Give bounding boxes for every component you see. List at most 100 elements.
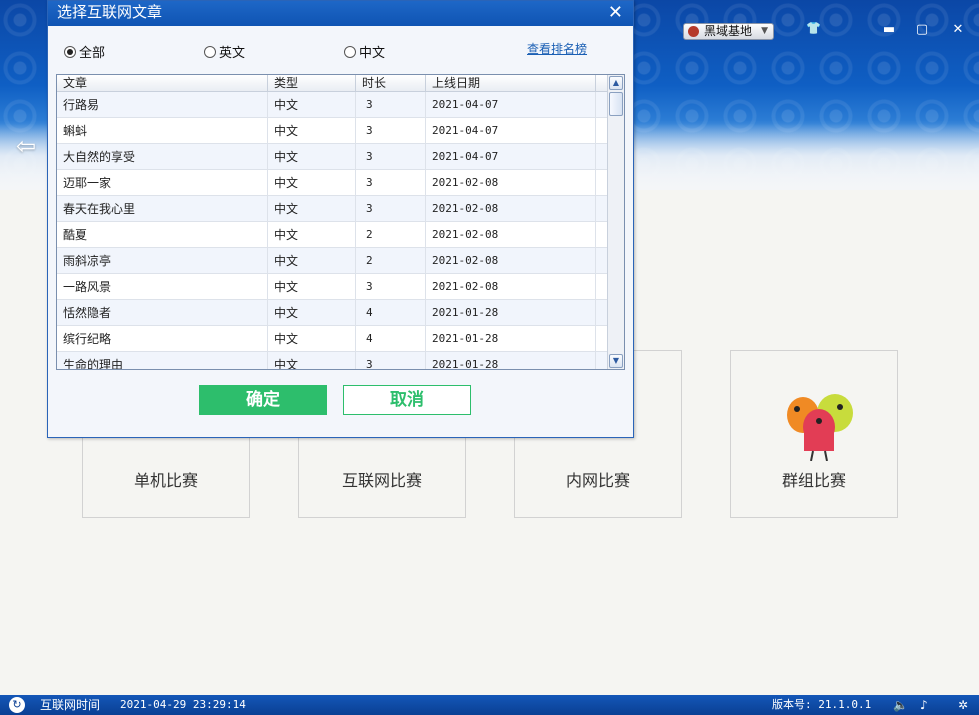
cell-duration: 3	[356, 118, 426, 143]
version-number: 版本号: 21.1.0.1	[772, 698, 872, 711]
filter-label: 中文	[359, 46, 386, 61]
cell-title: 恬然隐者	[57, 300, 268, 325]
cell-duration: 4	[356, 326, 426, 351]
cell-duration: 2	[356, 222, 426, 247]
column-header-duration[interactable]: 时长	[356, 75, 426, 91]
dialog-title: 选择互联网文章	[57, 3, 163, 21]
table-row[interactable]: 雨斜凉亭 中文 2 2021-02-08	[57, 248, 608, 274]
filter-label: 全部	[79, 46, 106, 61]
table-row[interactable]: 春天在我心里 中文 3 2021-02-08	[57, 196, 608, 222]
cell-title: 蝌蚪	[57, 118, 268, 143]
table-row[interactable]: 大自然的享受 中文 3 2021-04-07	[57, 144, 608, 170]
skin-icon[interactable]: 👕	[806, 21, 821, 35]
cell-title: 大自然的享受	[57, 144, 268, 169]
cell-title: 春天在我心里	[57, 196, 268, 221]
cell-type: 中文	[268, 274, 356, 299]
card-label: 群组比赛	[781, 471, 846, 490]
cell-title: 一路风景	[57, 274, 268, 299]
table-body: 行路易 中文 3 2021-04-07 蝌蚪 中文 3 2021-04-07 大自然的享受 中文 3…	[57, 92, 608, 369]
cell-date: 2021-02-08	[426, 274, 596, 299]
cell-date: 2021-04-07	[426, 92, 596, 117]
chevron-down-icon: ▼	[761, 26, 768, 36]
column-header-type[interactable]: 类型	[268, 75, 356, 91]
cell-type: 中文	[268, 300, 356, 325]
table-row[interactable]: 迈耶一家 中文 3 2021-02-08	[57, 170, 608, 196]
maximize-icon[interactable]: ▢	[914, 22, 930, 38]
card-label: 互联网比赛	[341, 471, 422, 490]
dialog-close-icon[interactable]: ✕	[608, 2, 623, 24]
cell-date: 2021-04-07	[426, 118, 596, 143]
cell-title: 生命的理由	[57, 352, 268, 369]
dialog-title-bar: 选择互联网文章 ✕	[48, 1, 633, 26]
article-table: 文章 类型 时长 上线日期 行路易 中文 3 2021-04-07 蝌蚪 中文 3 2021-…	[56, 74, 625, 370]
music-icon[interactable]: ♪	[920, 695, 928, 715]
scroll-thumb[interactable]	[609, 92, 623, 116]
cell-title: 行路易	[57, 92, 268, 117]
cell-duration: 3	[356, 352, 426, 369]
cell-title: 迈耶一家	[57, 170, 268, 195]
card-group-match[interactable]: 群组比赛	[730, 350, 898, 518]
cell-type: 中文	[268, 118, 356, 143]
table-row[interactable]: 行路易 中文 3 2021-04-07	[57, 92, 608, 118]
column-header-title[interactable]: 文章	[57, 75, 268, 91]
cell-duration: 3	[356, 274, 426, 299]
close-window-icon[interactable]: ✕	[950, 22, 966, 38]
cell-duration: 3	[356, 92, 426, 117]
radio-selected-icon	[64, 45, 76, 58]
settings-gear-icon[interactable]: ✲	[958, 695, 968, 715]
cell-type: 中文	[268, 92, 356, 117]
cell-type: 中文	[268, 144, 356, 169]
user-name: 黑域基地	[704, 24, 753, 38]
table-row[interactable]: 缤行纪略 中文 4 2021-01-28	[57, 326, 608, 352]
cell-duration: 3	[356, 144, 426, 169]
cell-type: 中文	[268, 222, 356, 247]
cell-duration: 3	[356, 170, 426, 195]
cell-type: 中文	[268, 196, 356, 221]
cancel-button[interactable]: 取消	[343, 385, 471, 415]
card-label: 单机比赛	[133, 471, 198, 490]
filter-english-radio[interactable]: 英文	[204, 42, 245, 61]
table-row[interactable]: 蝌蚪 中文 3 2021-04-07	[57, 118, 608, 144]
filter-all-radio[interactable]: 全部	[64, 42, 105, 61]
cell-date: 2021-01-28	[426, 300, 596, 325]
filter-chinese-radio[interactable]: 中文	[344, 42, 385, 61]
cell-date: 2021-02-08	[426, 170, 596, 195]
vertical-scrollbar[interactable]: ▲ ▼	[607, 75, 624, 369]
confirm-button[interactable]: 确定	[199, 385, 327, 415]
table-row[interactable]: 恬然隐者 中文 4 2021-01-28	[57, 300, 608, 326]
card-label: 内网比赛	[565, 471, 630, 490]
group-birds-icon	[787, 394, 853, 461]
cell-date: 2021-02-08	[426, 222, 596, 247]
cell-duration: 3	[356, 196, 426, 221]
user-account-dropdown[interactable]: 黑域基地 ▼	[683, 23, 774, 40]
minimize-icon[interactable]: ▬	[881, 22, 897, 38]
table-row[interactable]: 一路风景 中文 3 2021-02-08	[57, 274, 608, 300]
select-article-dialog: 选择互联网文章 ✕ 全部 英文 中文 查看排名榜 文章 类型 时长 上线日期 行…	[47, 0, 634, 438]
cell-date: 2021-04-07	[426, 144, 596, 169]
cell-title: 酷夏	[57, 222, 268, 247]
filter-label: 英文	[219, 46, 246, 61]
cell-duration: 4	[356, 300, 426, 325]
scroll-down-icon[interactable]: ▼	[609, 354, 623, 368]
cell-title: 雨斜凉亭	[57, 248, 268, 273]
language-filter-group: 全部 英文 中文 查看排名榜	[48, 26, 633, 72]
scroll-up-icon[interactable]: ▲	[609, 76, 623, 90]
cell-date: 2021-01-28	[426, 352, 596, 369]
cell-duration: 2	[356, 248, 426, 273]
column-header-date[interactable]: 上线日期	[426, 75, 596, 91]
refresh-icon[interactable]: ↻	[9, 697, 25, 713]
radio-unselected-icon	[344, 45, 356, 58]
table-row[interactable]: 生命的理由 中文 3 2021-01-28	[57, 352, 608, 369]
table-header: 文章 类型 时长 上线日期	[57, 75, 624, 92]
radio-unselected-icon	[204, 45, 216, 58]
speaker-icon[interactable]: 🔈	[893, 695, 908, 715]
user-avatar-icon	[688, 26, 699, 37]
status-bar: ↻ 互联网时间 2021-04-29 23:29:14 版本号: 21.1.0.…	[0, 695, 979, 715]
view-ranking-link[interactable]: 查看排名榜	[527, 40, 587, 57]
cell-title: 缤行纪略	[57, 326, 268, 351]
back-arrow-icon[interactable]: ⇦	[16, 134, 44, 158]
cell-type: 中文	[268, 170, 356, 195]
table-row[interactable]: 酷夏 中文 2 2021-02-08	[57, 222, 608, 248]
current-datetime: 2021-04-29 23:29:14	[120, 698, 246, 711]
time-source: 互联网时间	[40, 698, 101, 712]
